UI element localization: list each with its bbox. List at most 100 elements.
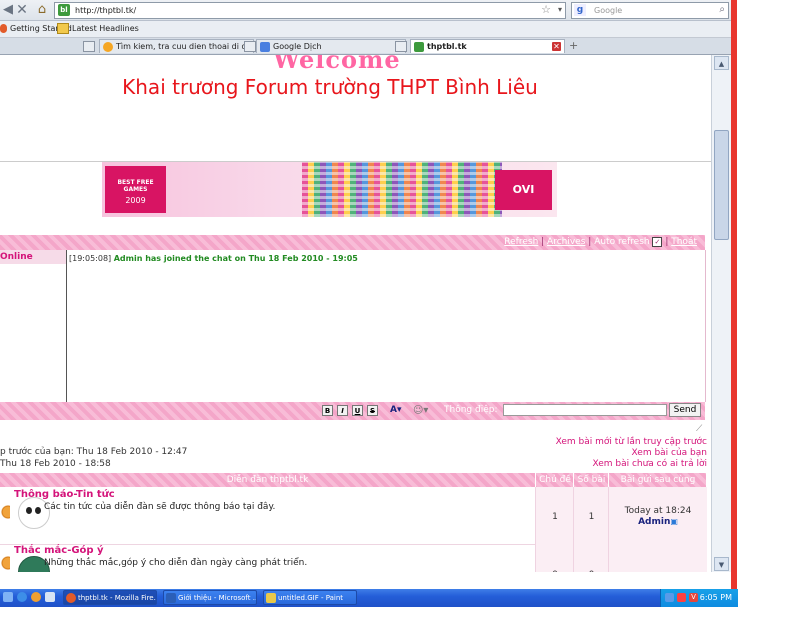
windows-taskbar: thptbl.tk - Mozilla Fire... Giới thiệu -… — [0, 589, 738, 607]
forum-row-thac-mac: Thắc mắc-Góp ý Những thắc mắc,góp ý cho … — [0, 544, 707, 572]
goto-post-icon[interactable]: ▣ — [670, 517, 678, 526]
paint-icon — [266, 593, 276, 603]
logout-link[interactable]: Thoát — [671, 237, 697, 247]
site-favicon-icon — [414, 42, 424, 52]
close-tab-icon[interactable]: ✕ — [552, 42, 561, 51]
banner-line2: 2009 — [125, 196, 146, 205]
unanswered-link[interactable]: Xem bài chưa có ai trả lời — [592, 459, 707, 469]
posts-cell: 0 — [573, 544, 609, 572]
last-post-cell — [608, 544, 707, 572]
ad-banner[interactable]: BEST FREE GAMES 2009 OVI — [102, 162, 557, 217]
online-label: Online — [0, 250, 66, 264]
clock: 6:05 PM — [699, 593, 732, 602]
own-posts-link[interactable]: Xem bài của bạn — [632, 448, 707, 458]
vietkey-icon[interactable]: V — [689, 593, 698, 602]
antivirus-icon[interactable] — [677, 593, 686, 602]
forum-title-link[interactable]: Thông báo-Tin tức — [14, 489, 115, 500]
tab-bar: Tìm kiem, tra cuu dien thoai di dong, dt… — [0, 38, 737, 55]
search-box[interactable]: g Google ⌕ — [571, 2, 729, 19]
resize-grip-icon[interactable]: ⟋ — [696, 424, 706, 434]
archives-link[interactable]: Archives — [547, 237, 585, 247]
address-bar[interactable]: bl http://thptbl.tk/ ☆ ▾ — [54, 2, 566, 19]
chat-messages: [19:05:08] Admin has joined the chat on … — [67, 250, 706, 402]
posts-count: 0 — [574, 570, 609, 572]
chat-input-bar: B I U S A▾ ☺▾ Thông điệp: Send — [0, 402, 705, 420]
banner-mosaic-overlay — [302, 162, 502, 217]
tab-favicon-icon — [103, 42, 113, 52]
tab-close-icon[interactable] — [244, 41, 256, 52]
bookmark-latest-headlines[interactable]: Latest Headlines — [57, 22, 139, 36]
taskbar-paint[interactable]: untitled.GIF - Paint — [263, 590, 357, 605]
auto-refresh-checkbox[interactable]: ✓ — [652, 236, 663, 247]
home-icon[interactable]: ⌂ — [34, 2, 50, 18]
forum-status-icon — [0, 497, 10, 527]
posts-cell: 1 — [573, 487, 609, 544]
new-tab-icon[interactable]: + — [569, 38, 578, 54]
scroll-thumb[interactable] — [714, 130, 729, 240]
system-tray: V 6:05 PM — [660, 589, 738, 607]
forum-column-header: Diễn đàn thptbl.tk — [226, 475, 309, 485]
forum-table-header: Diễn đàn thptbl.tk Chủ đề Số bài Bài gửi… — [0, 473, 706, 487]
message-time: [19:05:08] — [69, 254, 112, 263]
quicklaunch-more-icon[interactable] — [45, 592, 55, 602]
topics-cell: 0 — [535, 544, 574, 572]
tab-thptbl[interactable]: thptbl.tk ✕ — [410, 39, 565, 53]
google-engine-icon[interactable]: g — [574, 4, 586, 16]
chatbox-links: Refresh | Archives | Auto refresh ✓ | Th… — [504, 236, 697, 247]
strike-button[interactable]: S — [367, 405, 378, 416]
media-icon[interactable] — [31, 592, 41, 602]
auto-refresh-label: Auto refresh — [594, 237, 650, 247]
url-dropdown-icon[interactable]: ▾ — [558, 3, 562, 17]
posts-count: 1 — [588, 512, 595, 522]
topics-column-header: Chủ đề — [535, 473, 574, 487]
forum-row-thong-bao: Thông báo-Tin tức Các tin tức của diễn đ… — [0, 487, 707, 545]
tab-list-icon[interactable] — [83, 41, 95, 52]
last-post-cell: Today at 18:24 Admin▣ — [608, 487, 707, 544]
scroll-down-icon[interactable]: ▼ — [714, 557, 729, 571]
forum-status-icon — [0, 548, 10, 572]
bookmark-star-icon[interactable]: ☆ — [541, 3, 551, 17]
new-posts-link[interactable]: Xem bài mới từ lần truy cập trước — [556, 437, 707, 447]
font-color-icon[interactable]: A▾ — [390, 404, 410, 417]
site-favicon-icon: bl — [58, 4, 70, 16]
stop-icon[interactable]: ✕ — [14, 2, 30, 18]
ie-icon[interactable] — [17, 592, 27, 602]
show-desktop-icon[interactable] — [3, 592, 13, 602]
google-favicon-icon — [260, 42, 270, 52]
firefox-icon — [0, 24, 7, 33]
search-placeholder: Google — [594, 6, 623, 15]
word-icon — [166, 593, 176, 603]
folder-icon — [57, 23, 69, 34]
banner-line1: BEST FREE GAMES — [117, 179, 154, 193]
taskbar-label: Giới thiệu - Microsoft ... — [178, 594, 257, 602]
forum-description: Những thắc mắc,góp ý cho diễn đàn ngày c… — [44, 558, 308, 568]
tab-tim-kiem[interactable]: Tìm kiem, tra cuu dien thoai di dong, dt… — [99, 39, 254, 53]
send-button[interactable]: Send — [669, 403, 701, 417]
tab-label: thptbl.tk — [427, 42, 467, 51]
italic-button[interactable]: I — [337, 405, 348, 416]
message-input[interactable] — [503, 404, 667, 416]
smiley-icon[interactable]: ☺▾ — [413, 404, 433, 417]
last-post-user-link[interactable]: Admin — [638, 517, 670, 527]
refresh-link[interactable]: Refresh — [504, 237, 538, 247]
topics-count: 0 — [536, 570, 574, 572]
taskbar-word[interactable]: Giới thiệu - Microsoft ... — [163, 590, 257, 605]
forum-title-link[interactable]: Thắc mắc-Góp ý — [14, 545, 104, 556]
underline-button[interactable]: U — [352, 405, 363, 416]
browser-nav-bar: ◀ ✕ ⌂ bl http://thptbl.tk/ ☆ ▾ g Google … — [0, 0, 737, 21]
forum-description: Các tin tức của diễn đàn sẽ được thông b… — [44, 502, 276, 512]
network-icon[interactable] — [665, 593, 674, 602]
tab-close-icon[interactable] — [395, 41, 407, 52]
taskbar-label: thptbl.tk - Mozilla Fire... — [78, 594, 157, 602]
scroll-up-icon[interactable]: ▲ — [714, 56, 729, 70]
welcome-heading: Welcome — [273, 55, 401, 74]
topics-cell: 1 — [535, 487, 574, 544]
banner-logo: OVI — [495, 170, 552, 210]
bold-button[interactable]: B — [322, 405, 333, 416]
search-icon[interactable]: ⌕ — [719, 3, 725, 17]
vertical-scrollbar[interactable]: ▲ ▼ — [711, 55, 731, 572]
online-users-pane: Online — [0, 250, 67, 402]
taskbar-firefox[interactable]: thptbl.tk - Mozilla Fire... — [63, 590, 157, 605]
topics-count: 1 — [552, 512, 558, 522]
tab-google-dich[interactable]: Google Dịch — [256, 39, 406, 53]
